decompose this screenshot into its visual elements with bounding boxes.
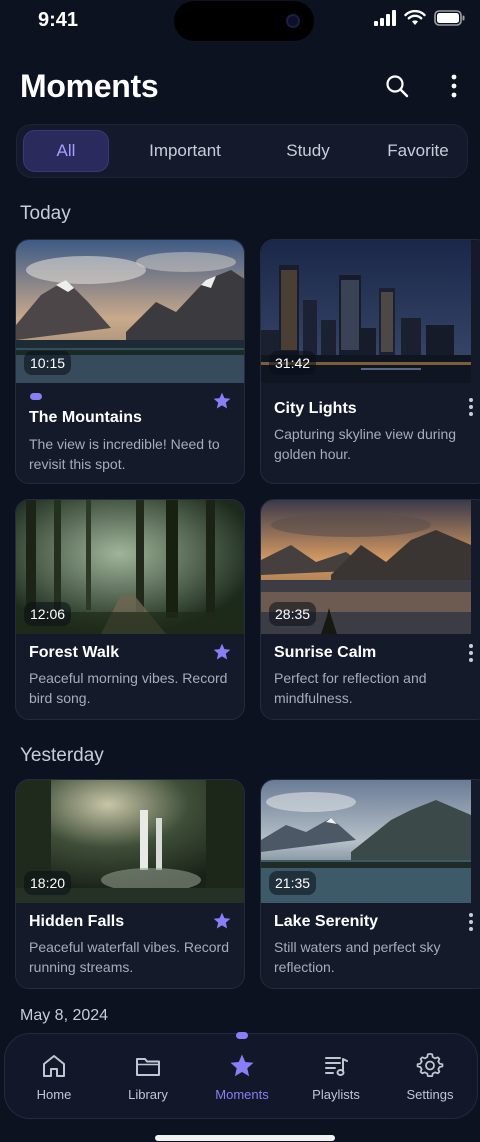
playlist-icon [325, 1057, 348, 1076]
home-indicator[interactable] [155, 1135, 335, 1141]
card-title: Hidden Falls [29, 913, 125, 930]
card-title: The Mountains [29, 409, 142, 426]
moment-card[interactable]: 28:35 Sunrise Calm Perfect for reflectio… [260, 499, 480, 720]
dynamic-island [174, 1, 314, 41]
more-vertical-icon[interactable] [467, 912, 475, 932]
card-description: The view is incredible! Need to revisit … [29, 436, 220, 472]
card-description: Peaceful morning vibes. Record bird song… [29, 670, 228, 706]
star-icon[interactable] [212, 391, 232, 411]
tag-indicator [30, 393, 42, 400]
star-icon [230, 1054, 254, 1077]
nav-playlists[interactable]: Playlists [289, 1034, 383, 1120]
section-title-yesterday: Yesterday [20, 745, 104, 766]
card-thumbnail: 10:15 [16, 240, 244, 383]
moment-card[interactable]: 31:42 City Lights Capturing skyline view… [260, 239, 480, 484]
home-icon [43, 1055, 65, 1077]
nav-label: Settings [406, 1087, 454, 1102]
nav-label: Home [36, 1087, 72, 1102]
more-vertical-icon[interactable] [467, 397, 475, 417]
card-title: Lake Serenity [274, 913, 379, 930]
section-title-date: May 8, 2024 [20, 1007, 109, 1024]
tab-study[interactable]: Study [265, 130, 351, 172]
card-description: Peaceful waterfall vibes. Record running… [29, 939, 229, 975]
section-title-today: Today [20, 203, 71, 224]
nav-label: Playlists [312, 1087, 360, 1102]
bottom-navigation: Home Library Moments Playlists Settings [4, 1032, 478, 1120]
battery-icon [434, 10, 465, 26]
filter-tabs: All Important Study Favorite [16, 124, 468, 178]
card-title: Sunrise Calm [274, 644, 377, 661]
more-vertical-icon [451, 74, 457, 98]
duration-badge: 18:20 [24, 871, 72, 895]
search-button[interactable] [379, 68, 415, 104]
header: Moments [0, 62, 480, 112]
status-time: 9:41 [38, 9, 79, 31]
status-icons [374, 10, 466, 26]
nav-settings[interactable]: Settings [383, 1034, 477, 1120]
duration-badge: 31:42 [269, 351, 317, 375]
camera-icon [286, 14, 300, 28]
nav-label: Library [128, 1087, 168, 1102]
nav-home[interactable]: Home [7, 1034, 101, 1120]
moment-card[interactable]: 10:15 The Mountains The view is incredib… [15, 239, 245, 484]
wifi-icon [404, 10, 426, 25]
status-bar: 9:41 [0, 0, 480, 42]
moment-card[interactable]: 12:06 Forest Walk Peaceful morning vibes… [15, 499, 245, 720]
tab-favorite[interactable]: Favorite [373, 130, 463, 172]
tab-all[interactable]: All [23, 130, 109, 172]
card-description: Capturing skyline view during golden hou… [274, 426, 457, 462]
duration-badge: 12:06 [24, 602, 72, 626]
card-description: Still waters and perfect sky reflection. [274, 939, 441, 975]
card-thumbnail: 18:20 [16, 780, 244, 903]
gear-icon [416, 1052, 444, 1077]
duration-badge: 10:15 [24, 351, 72, 375]
page-title: Moments [20, 68, 159, 104]
card-thumbnail: 12:06 [16, 500, 244, 634]
folder-icon [136, 1058, 160, 1076]
nav-label: Moments [215, 1087, 269, 1102]
duration-badge: 21:35 [269, 871, 317, 895]
moment-card[interactable]: 18:20 Hidden Falls Peaceful waterfall vi… [15, 779, 245, 989]
card-title: Forest Walk [29, 644, 120, 661]
card-thumbnail: 21:35 [261, 780, 480, 903]
active-indicator [236, 1032, 248, 1039]
nav-library[interactable]: Library [101, 1034, 195, 1120]
search-icon [386, 75, 409, 98]
moment-card[interactable]: 21:35 Lake Serenity Still waters and per… [260, 779, 480, 989]
star-icon[interactable] [212, 911, 232, 931]
more-vertical-icon[interactable] [467, 643, 475, 663]
star-icon[interactable] [212, 642, 232, 662]
more-button[interactable] [436, 68, 472, 104]
card-thumbnail: 31:42 [261, 240, 480, 383]
card-description: Perfect for reflection and mindfulness. [274, 670, 427, 706]
card-thumbnail: 28:35 [261, 500, 480, 634]
signal-icon [374, 10, 396, 26]
card-title: City Lights [274, 400, 357, 417]
nav-moments[interactable]: Moments [195, 1032, 289, 1120]
tab-important[interactable]: Important [131, 130, 239, 172]
duration-badge: 28:35 [269, 602, 317, 626]
